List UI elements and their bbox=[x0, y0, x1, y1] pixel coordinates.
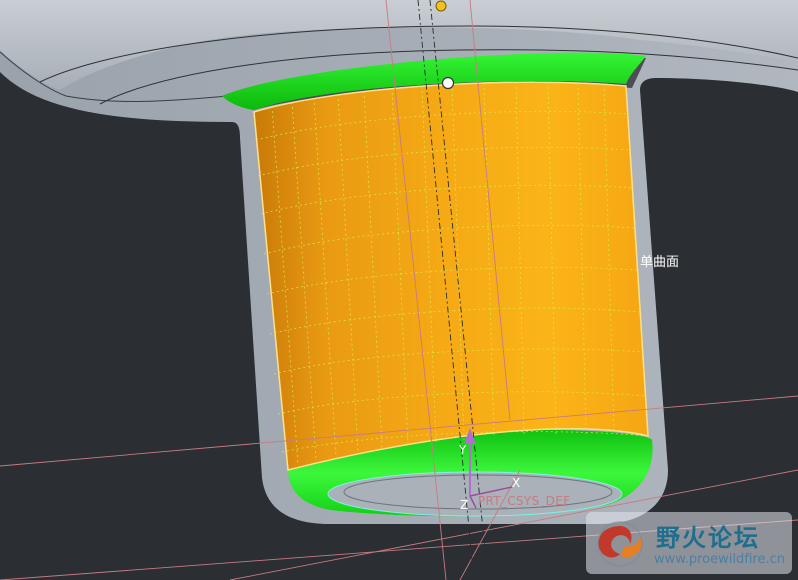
drag-handle-point[interactable] bbox=[441, 76, 455, 90]
model-viewport[interactable]: 单曲面 Y X Z PRT_CSYS_DEF 野火论坛 www.proewild… bbox=[0, 0, 798, 580]
wildfire-logo-icon bbox=[597, 521, 643, 567]
datum-point-yellow[interactable] bbox=[435, 0, 447, 12]
watermark-title: 野火论坛 bbox=[656, 524, 760, 552]
watermark: 野火论坛 www.proewildfire.cn bbox=[586, 512, 792, 574]
watermark-url: www.proewildfire.cn bbox=[654, 552, 785, 567]
model-scene[interactable] bbox=[0, 0, 798, 580]
